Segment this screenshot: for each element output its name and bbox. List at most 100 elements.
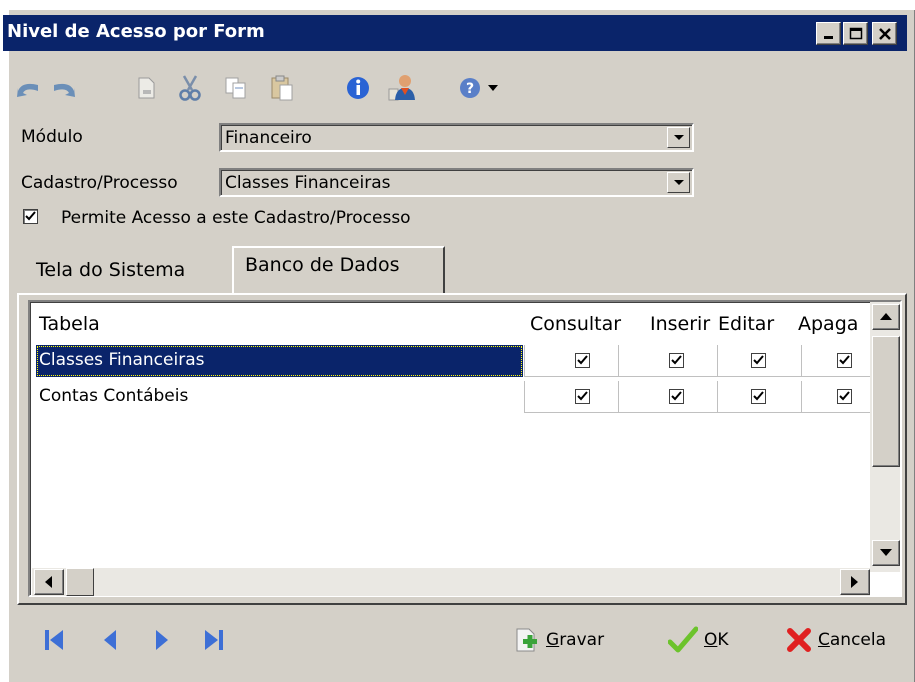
modulo-dropdown-button[interactable] bbox=[667, 127, 690, 148]
permite-acesso-checkbox[interactable] bbox=[23, 209, 38, 224]
editar-cell bbox=[717, 381, 801, 413]
column-header-consultar[interactable]: Consultar bbox=[530, 313, 621, 335]
cadastro-label: Cadastro/Processo bbox=[21, 173, 178, 193]
checkmark-icon bbox=[753, 391, 764, 401]
horizontal-scroll-thumb[interactable] bbox=[66, 568, 94, 596]
scroll-left-button[interactable] bbox=[34, 569, 64, 595]
modulo-select[interactable]: Financeiro bbox=[219, 123, 694, 152]
title-bar[interactable]: Nivel de Acesso por Form bbox=[3, 15, 907, 51]
redo-button[interactable] bbox=[46, 68, 82, 108]
apagar-cell bbox=[801, 381, 875, 413]
copy-button[interactable] bbox=[218, 68, 254, 108]
apagar-checkbox[interactable] bbox=[837, 353, 852, 368]
ok-button[interactable]: OK bbox=[668, 622, 729, 658]
row-tabela-cell[interactable]: Contas Contábeis bbox=[36, 381, 523, 413]
save-icon bbox=[516, 628, 537, 652]
column-header-inserir[interactable]: Inserir bbox=[650, 313, 710, 335]
grid-header: Tabela Consultar Inserir Editar Apaga bbox=[32, 304, 900, 346]
modulo-value: Financeiro bbox=[225, 128, 312, 148]
user-icon bbox=[388, 75, 415, 101]
scroll-down-button[interactable] bbox=[872, 540, 900, 566]
modulo-label: Módulo bbox=[21, 127, 83, 147]
consultar-cell bbox=[524, 345, 618, 377]
new-document-button[interactable] bbox=[128, 68, 164, 108]
maximize-button[interactable] bbox=[843, 22, 868, 45]
inserir-checkbox[interactable] bbox=[669, 389, 684, 404]
info-icon bbox=[347, 77, 369, 99]
previous-record-button[interactable] bbox=[92, 624, 128, 656]
checkmark-icon bbox=[839, 355, 850, 365]
inserir-cell bbox=[618, 381, 717, 413]
inserir-cell bbox=[618, 345, 717, 377]
table-row[interactable]: Classes Financeiras bbox=[36, 345, 875, 377]
tab-tela-do-sistema[interactable]: Tela do Sistema bbox=[36, 259, 185, 281]
chevron-down-icon bbox=[673, 179, 684, 185]
scroll-right-button[interactable] bbox=[840, 569, 870, 595]
close-button[interactable] bbox=[872, 22, 897, 45]
gravar-label: Gravar bbox=[546, 630, 605, 650]
cancela-label: Cancela bbox=[818, 630, 887, 650]
tab-banco-de-dados[interactable]: Banco de Dados bbox=[245, 254, 399, 276]
consultar-checkbox[interactable] bbox=[575, 353, 590, 368]
row-tabela-cell[interactable]: Classes Financeiras bbox=[36, 345, 523, 377]
new-document-icon bbox=[138, 77, 155, 99]
inserir-checkbox[interactable] bbox=[669, 353, 684, 368]
column-header-editar[interactable]: Editar bbox=[718, 313, 774, 335]
undo-button[interactable] bbox=[10, 68, 46, 108]
info-button[interactable] bbox=[340, 68, 376, 108]
first-record-button[interactable] bbox=[36, 624, 72, 656]
cut-button[interactable] bbox=[172, 68, 208, 108]
checkmark-icon bbox=[671, 391, 682, 401]
help-dropdown-button[interactable] bbox=[482, 68, 504, 108]
permite-acesso-label: Permite Acesso a este Cadastro/Processo bbox=[61, 208, 411, 228]
consultar-checkbox[interactable] bbox=[575, 389, 590, 404]
horizontal-scrollbar[interactable] bbox=[32, 568, 870, 596]
undo-icon bbox=[17, 83, 38, 97]
close-icon bbox=[878, 27, 891, 40]
last-record-icon bbox=[205, 630, 223, 650]
dropdown-arrow-icon bbox=[488, 85, 498, 91]
next-record-icon bbox=[156, 630, 168, 650]
arrow-right-icon bbox=[851, 576, 858, 588]
chevron-down-icon bbox=[673, 134, 684, 140]
cut-icon bbox=[179, 75, 201, 101]
svg-text:?: ? bbox=[466, 81, 474, 97]
paste-icon bbox=[271, 75, 293, 101]
previous-record-icon bbox=[104, 630, 116, 650]
cancel-icon bbox=[787, 628, 811, 652]
editar-checkbox[interactable] bbox=[751, 389, 766, 404]
next-record-button[interactable] bbox=[144, 624, 180, 656]
paste-button[interactable] bbox=[264, 68, 300, 108]
ok-label: OK bbox=[704, 630, 729, 650]
scroll-up-button[interactable] bbox=[872, 304, 900, 330]
last-record-button[interactable] bbox=[196, 624, 232, 656]
gravar-button[interactable]: Gravar bbox=[512, 622, 604, 658]
arrow-down-icon bbox=[880, 549, 892, 556]
apagar-checkbox[interactable] bbox=[837, 389, 852, 404]
check-icon bbox=[668, 626, 698, 653]
minimize-icon bbox=[823, 35, 833, 39]
minimize-button[interactable] bbox=[816, 22, 841, 45]
redo-icon bbox=[54, 83, 75, 97]
cadastro-select[interactable]: Classes Financeiras bbox=[219, 168, 694, 197]
cancela-button[interactable]: Cancela bbox=[786, 622, 886, 658]
checkmark-icon bbox=[25, 211, 36, 221]
column-header-apagar[interactable]: Apaga bbox=[798, 313, 858, 335]
help-icon: ? bbox=[460, 78, 480, 98]
arrow-up-icon bbox=[880, 313, 892, 320]
cadastro-dropdown-button[interactable] bbox=[667, 172, 690, 193]
editar-checkbox[interactable] bbox=[751, 353, 766, 368]
editar-cell bbox=[717, 345, 801, 377]
permissions-grid[interactable]: Tabela Consultar Inserir Editar Apaga Cl… bbox=[28, 300, 902, 597]
apagar-cell bbox=[801, 345, 875, 377]
first-record-icon bbox=[45, 630, 63, 650]
column-header-tabela[interactable]: Tabela bbox=[39, 313, 100, 335]
maximize-icon bbox=[849, 27, 862, 39]
checkmark-icon bbox=[577, 391, 588, 401]
toolbar: ? bbox=[10, 68, 530, 108]
cadastro-value: Classes Financeiras bbox=[225, 173, 391, 193]
arrow-left-icon bbox=[45, 576, 52, 588]
user-button[interactable] bbox=[384, 68, 420, 108]
table-row[interactable]: Contas Contábeis bbox=[36, 381, 875, 413]
vertical-scroll-thumb[interactable] bbox=[872, 336, 900, 467]
